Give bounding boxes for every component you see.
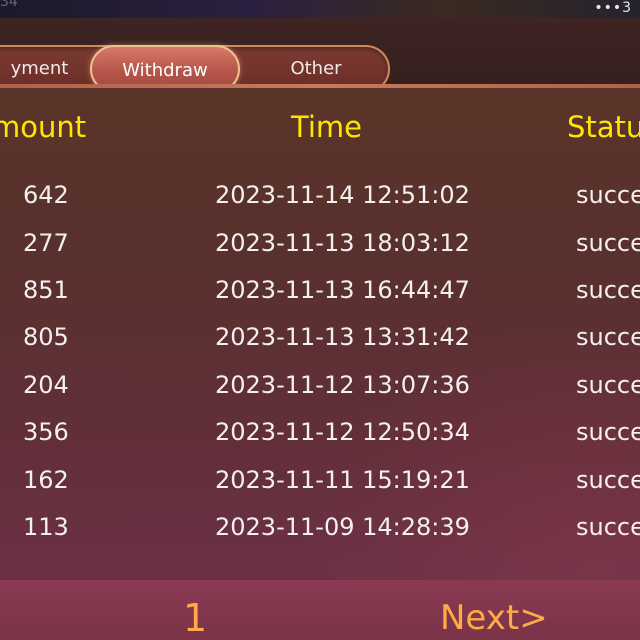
table-row: 204 2023-11-12 13:07:36 succe: [0, 362, 640, 409]
time-cell: 2023-11-12 13:07:36: [215, 371, 470, 399]
time-cell: 2023-11-13 16:44:47: [215, 276, 470, 304]
amount-cell: 162: [23, 466, 69, 494]
background-text: 34: [0, 0, 18, 10]
time-cell: 2023-11-11 15:19:21: [215, 466, 470, 494]
status-cell: succe: [576, 418, 640, 446]
table-row: 356 2023-11-12 12:50:34 succe: [0, 409, 640, 456]
more-icon[interactable]: •••3: [594, 0, 632, 16]
status-cell: succe: [576, 276, 640, 304]
status-cell: succe: [576, 323, 640, 351]
amount-cell: 277: [23, 229, 69, 257]
amount-cell: 805: [23, 323, 69, 351]
table-row: 851 2023-11-13 16:44:47 succe: [0, 267, 640, 314]
tab-band: yment Withdraw Other: [0, 18, 640, 93]
top-strip: 34 •••3: [0, 0, 640, 18]
status-cell: succe: [576, 466, 640, 494]
amount-cell: 356: [23, 418, 69, 446]
table-row: 642 2023-11-14 12:51:02 succe: [0, 172, 640, 219]
amount-cell: 113: [23, 513, 69, 541]
column-header-time: Time: [291, 110, 362, 144]
time-cell: 2023-11-09 14:28:39: [215, 513, 470, 541]
time-cell: 2023-11-14 12:51:02: [215, 181, 470, 209]
time-cell: 2023-11-12 12:50:34: [215, 418, 470, 446]
status-cell: succe: [576, 513, 640, 541]
status-cell: succe: [576, 229, 640, 257]
table-row: 162 2023-11-11 15:19:21 succe: [0, 457, 640, 504]
time-cell: 2023-11-13 18:03:12: [215, 229, 470, 257]
status-cell: succe: [576, 181, 640, 209]
table-row: 805 2023-11-13 13:31:42 succe: [0, 314, 640, 361]
column-header-status: Statu: [567, 110, 640, 144]
table-row: 113 2023-11-09 14:28:39 succe: [0, 504, 640, 551]
current-page-number: 1: [183, 596, 208, 640]
amount-cell: 204: [23, 371, 69, 399]
next-page-button[interactable]: Next>: [440, 598, 548, 638]
table-row: 277 2023-11-13 18:03:12 succe: [0, 220, 640, 267]
amount-cell: 851: [23, 276, 69, 304]
status-cell: succe: [576, 371, 640, 399]
time-cell: 2023-11-13 13:31:42: [215, 323, 470, 351]
column-header-amount: mount: [0, 110, 87, 144]
amount-cell: 642: [23, 181, 69, 209]
